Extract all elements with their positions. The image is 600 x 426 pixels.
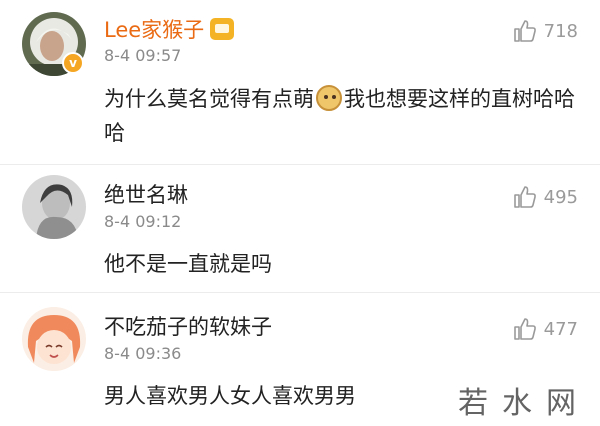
- like-button[interactable]: 718: [512, 18, 578, 44]
- like-count: 477: [543, 318, 578, 340]
- username[interactable]: Lee家猴子: [104, 14, 235, 44]
- username-text[interactable]: Lee家猴子: [104, 18, 204, 42]
- thumbs-up-icon: [513, 318, 536, 340]
- thumbs-up-icon: [513, 186, 536, 208]
- doge-emoji: [316, 85, 342, 111]
- like-button[interactable]: 495: [512, 184, 578, 210]
- like-count: 495: [543, 186, 578, 208]
- watermark: 若水网: [458, 386, 590, 421]
- timestamp: 8-4 09:12: [104, 212, 182, 231]
- comment-text: 他不是一直就是吗: [104, 252, 272, 276]
- comment-item: 绝世名琳 8-4 09:12 495 他不是一直就是吗: [0, 165, 600, 293]
- crown-icon: [210, 18, 235, 40]
- username[interactable]: 绝世名琳: [104, 179, 188, 209]
- timestamp: 8-4 09:36: [104, 344, 182, 363]
- avatar[interactable]: [22, 307, 86, 371]
- comment-text: 为什么莫名觉得有点萌 我也想要这样的直树哈哈哈: [104, 82, 584, 150]
- comment-list: v Lee家猴子 8-4 09:57 718 为什么莫名觉得有点萌 我也想要这样的…: [0, 0, 600, 426]
- like-count: 718: [543, 20, 578, 42]
- comment-item: v Lee家猴子 8-4 09:57 718 为什么莫名觉得有点萌 我也想要这样的…: [0, 0, 600, 165]
- timestamp: 8-4 09:57: [104, 46, 182, 65]
- username[interactable]: 不吃茄子的软妹子: [104, 311, 272, 341]
- like-button[interactable]: 477: [512, 316, 578, 342]
- comment-text-part: 为什么莫名觉得有点萌: [104, 87, 314, 111]
- verified-badge-icon: v: [62, 52, 84, 74]
- avatar[interactable]: [22, 175, 86, 239]
- thumbs-up-icon: [513, 20, 536, 42]
